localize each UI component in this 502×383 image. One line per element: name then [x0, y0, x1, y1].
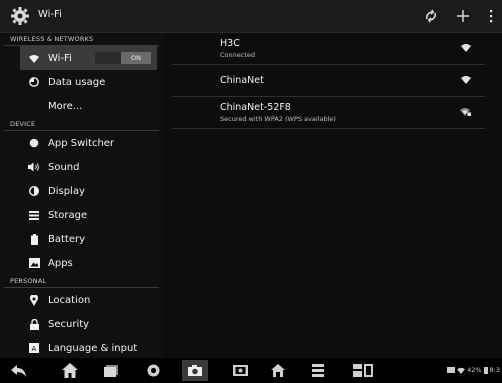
- screenshot-icon: [232, 365, 248, 376]
- wps-icon: [426, 9, 436, 23]
- system-navigation-bar: 42% 8:3: [0, 358, 502, 383]
- home-icon: [62, 363, 78, 378]
- sidebar-item-label: Storage: [48, 209, 88, 221]
- wifi-toggle-state: ON: [121, 52, 151, 64]
- wifi-network-list: H3C Connected ChinaNet ChinaNet-52F8 Sec…: [172, 33, 494, 358]
- sidebar-item-label: Wi-Fi: [48, 52, 72, 64]
- network-item[interactable]: ChinaNet: [172, 65, 485, 97]
- wifi-toggle[interactable]: ON: [95, 52, 151, 64]
- sidebar-item-app-switcher[interactable]: App Switcher: [0, 131, 163, 155]
- sidebar-item-apps[interactable]: Apps: [0, 251, 163, 275]
- back-button[interactable]: [8, 360, 30, 381]
- home-button[interactable]: [59, 360, 81, 381]
- network-status: Secured with WPA2 (WPS available): [220, 115, 336, 123]
- plus-icon: [457, 10, 469, 22]
- data-usage-icon: [20, 77, 48, 87]
- sidebar-item-location[interactable]: Location: [0, 288, 163, 312]
- camera-icon: [188, 365, 202, 376]
- svg-text:A: A: [32, 345, 37, 353]
- sidebar-item-sound[interactable]: Sound: [0, 155, 163, 179]
- add-network-button[interactable]: [452, 5, 474, 27]
- section-header-wireless: WIRELESS & NETWORKS: [4, 33, 159, 46]
- network-ssid: H3C: [220, 38, 240, 49]
- sidebar-item-label: Apps: [48, 257, 73, 269]
- sidebar-item-wifi[interactable]: Wi-Fi ON: [20, 46, 157, 70]
- overflow-menu-icon: [490, 10, 493, 23]
- network-status: Connected: [220, 51, 256, 59]
- dashboard-shortcut[interactable]: [267, 360, 289, 381]
- screenshot-shortcut[interactable]: [229, 360, 251, 381]
- sidebar-item-storage[interactable]: Storage: [0, 203, 163, 227]
- sidebar-item-security[interactable]: Security: [0, 312, 163, 336]
- overflow-menu-button[interactable]: [480, 5, 502, 27]
- sidebar-item-battery[interactable]: Battery: [0, 227, 163, 251]
- sidebar-item-label: Sound: [48, 161, 80, 173]
- section-header-personal: PERSONAL: [4, 275, 159, 288]
- battery-percent: 42%: [467, 366, 482, 374]
- sidebar-item-language[interactable]: A Language & input: [0, 336, 163, 358]
- recent-apps-button[interactable]: [100, 360, 122, 381]
- battery-icon: [20, 233, 48, 245]
- sidebar-item-label: Data usage: [48, 76, 106, 88]
- sidebar-item-label: App Switcher: [48, 137, 115, 149]
- sidebar-item-label: Location: [48, 294, 91, 306]
- network-ssid: ChinaNet: [220, 75, 264, 86]
- sidebar-item-data-usage[interactable]: Data usage: [0, 70, 163, 94]
- browser-shortcut[interactable]: [142, 360, 164, 381]
- clock: 8:3: [489, 366, 500, 374]
- page-title: Wi-Fi: [38, 9, 62, 20]
- network-ssid: ChinaNet-52F8: [220, 102, 291, 113]
- browser-icon: [147, 364, 159, 377]
- wifi-status-icon: [457, 367, 465, 374]
- display-brightness-icon: [20, 186, 48, 196]
- wifi-signal-full-icon: [461, 76, 471, 84]
- dashboard-icon: [271, 364, 285, 377]
- action-bar: Wi-Fi: [0, 0, 502, 33]
- back-arrow-icon: [11, 364, 26, 377]
- location-pin-icon: [20, 294, 48, 306]
- camera-shortcut[interactable]: [182, 360, 208, 381]
- section-header-device: DEVICE: [4, 118, 159, 131]
- speaker-icon: [20, 162, 48, 172]
- notification-icon: [447, 367, 456, 373]
- battery-status-icon: [483, 366, 488, 374]
- language-icon: A: [20, 343, 48, 353]
- sidebar-item-display[interactable]: Display: [0, 179, 163, 203]
- network-item[interactable]: H3C Connected: [172, 33, 485, 65]
- sidebar-item-more[interactable]: More...: [0, 94, 163, 118]
- wps-button[interactable]: [420, 5, 442, 27]
- layers-icon: [312, 364, 324, 377]
- apps-icon: [20, 258, 48, 268]
- sidebar-item-label: Display: [48, 185, 85, 197]
- sidebar-item-label: Security: [48, 318, 90, 330]
- sidebar-item-label: Language & input: [48, 342, 138, 354]
- storage-icon: [20, 210, 48, 220]
- recent-apps-icon: [104, 364, 118, 377]
- wifi-icon: [20, 54, 48, 63]
- wifi-signal-full-icon: [461, 44, 471, 52]
- multi-window-icon: [353, 364, 373, 377]
- multi-window-shortcut[interactable]: [350, 360, 376, 381]
- wifi-signal-secured-icon: [460, 108, 471, 116]
- layers-shortcut[interactable]: [307, 360, 329, 381]
- settings-sidebar: WIRELESS & NETWORKS Wi-Fi ON Data usage …: [0, 33, 163, 358]
- settings-gear-icon[interactable]: [10, 6, 30, 26]
- app-switcher-icon: [20, 138, 48, 148]
- sidebar-item-label: More...: [48, 100, 83, 112]
- network-item[interactable]: ChinaNet-52F8 Secured with WPA2 (WPS ava…: [172, 97, 485, 129]
- status-tray[interactable]: 42% 8:3: [447, 366, 500, 374]
- sidebar-item-label: Battery: [48, 233, 86, 245]
- lock-icon: [20, 318, 48, 330]
